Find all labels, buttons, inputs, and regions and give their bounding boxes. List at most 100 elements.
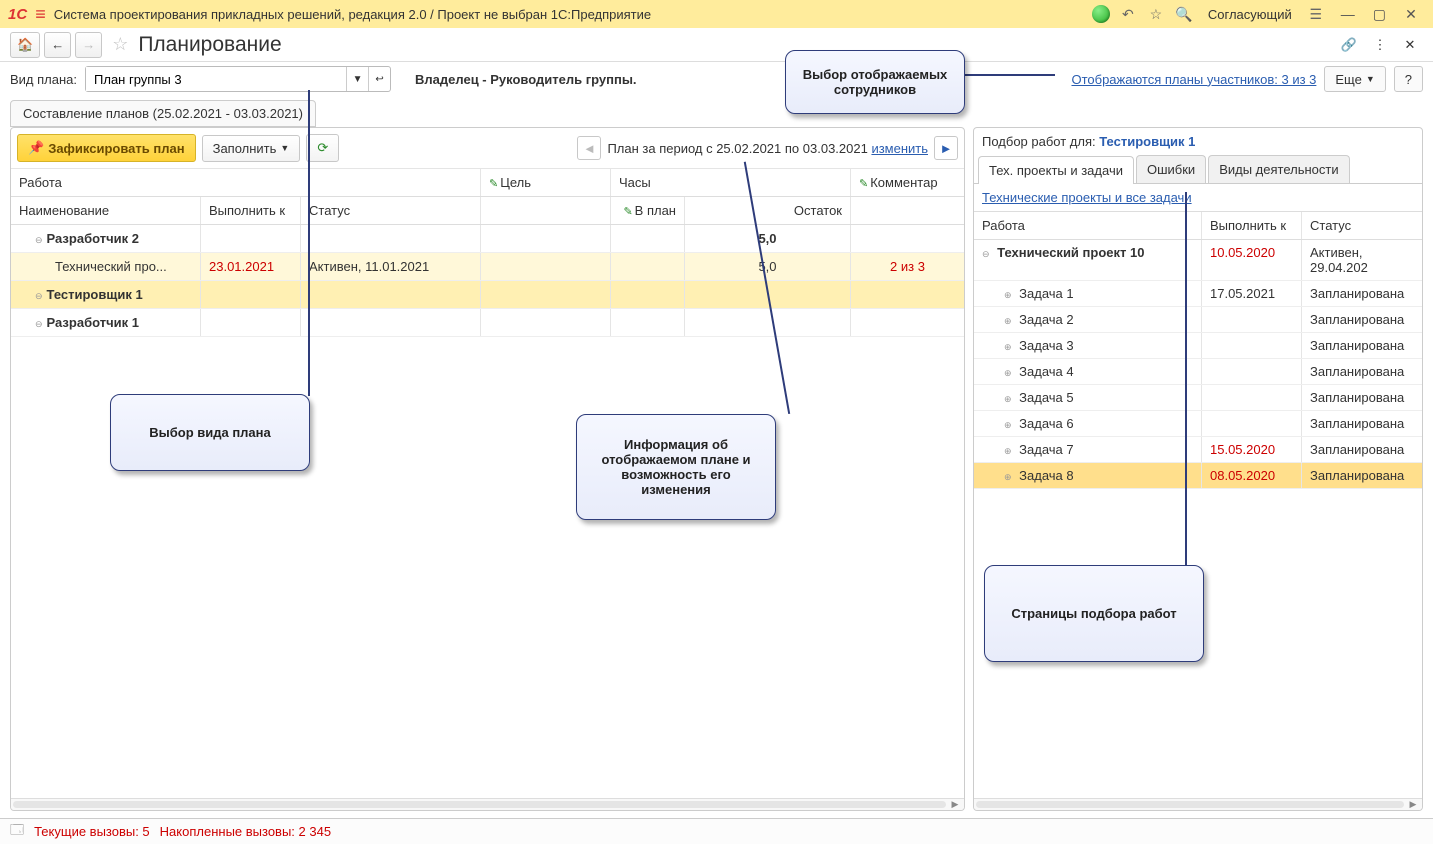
fix-plan-button[interactable]: 📌Зафиксировать план [17, 134, 196, 162]
table-row[interactable]: ⊕ Задача 117.05.2021Запланирована [974, 281, 1422, 307]
table-row[interactable]: ⊕ Задача 808.05.2020Запланирована [974, 463, 1422, 489]
h-scrollbar-right[interactable]: ▶ [974, 798, 1422, 810]
callout-plan-type: Выбор вида плана [110, 394, 310, 471]
section-tab[interactable]: Составление планов (25.02.2021 - 03.03.2… [10, 100, 316, 127]
table-row[interactable]: ⊕ Задача 5Запланирована [974, 385, 1422, 411]
home-button[interactable]: 🏠 [10, 32, 40, 58]
window-title: Система проектирования прикладных решени… [54, 7, 1084, 22]
table-row[interactable]: ⊖Тестировщик 1 [11, 281, 964, 309]
refresh-button[interactable]: ⟳ [306, 134, 339, 162]
hdr-hours: Часы [611, 169, 851, 196]
tab-activity[interactable]: Виды деятельности [1208, 155, 1349, 183]
history-icon[interactable]: ↶ [1118, 4, 1138, 24]
rhdr-due: Выполнить к [1202, 212, 1302, 239]
expand-icon[interactable]: ⊕ [1004, 446, 1012, 456]
all-projects-link[interactable]: Технические проекты и все задачи [982, 190, 1192, 205]
table-header-row1: Работа ✎Цель Часы ✎Комментар [11, 169, 964, 197]
hdr-name: Наименование [11, 197, 201, 224]
close-button[interactable]: ✕ [1397, 6, 1425, 23]
tab-errors[interactable]: Ошибки [1136, 155, 1206, 183]
control-row: Вид плана: ▼ ↩ Владелец - Руководитель г… [0, 62, 1433, 96]
plans-table[interactable]: Работа ✎Цель Часы ✎Комментар Наименовани… [11, 169, 964, 798]
status-current: Текущие вызовы: 5 [34, 824, 150, 839]
logo-1c: 1C [8, 6, 27, 23]
star-icon[interactable]: ☆ [112, 34, 128, 55]
table-row[interactable]: ⊖Разработчик 1 [11, 309, 964, 337]
expand-icon[interactable]: ⊕ [1004, 290, 1012, 300]
change-period-link[interactable]: изменить [871, 141, 928, 156]
left-toolbar: 📌Зафиксировать план Заполнить▼ ⟳ ◄ План … [11, 128, 964, 169]
notification-indicator-icon[interactable] [1092, 5, 1110, 23]
pencil-icon: ✎ [859, 178, 868, 190]
forward-button[interactable]: → [75, 32, 102, 58]
right-title: Подбор работ для: Тестировщик 1 [974, 128, 1422, 155]
table-row[interactable]: ⊕ Задача 4Запланирована [974, 359, 1422, 385]
clear-icon[interactable]: ↩ [368, 67, 390, 91]
table-row[interactable]: Технический про...23.01.2021Активен, 11.… [11, 253, 964, 281]
dropdown-icon[interactable]: ▼ [346, 67, 368, 91]
tab-projects[interactable]: Тех. проекты и задачи [978, 156, 1134, 184]
shown-plans-link[interactable]: Отображаются планы участников: 3 из 3 [1071, 72, 1316, 87]
prev-period-button[interactable]: ◄ [577, 136, 601, 160]
pencil-icon: ✎ [489, 178, 498, 190]
main-menu-icon[interactable]: ≡ [35, 4, 46, 25]
owner-text: Владелец - Руководитель группы. [415, 72, 637, 87]
fill-button[interactable]: Заполнить▼ [202, 135, 301, 162]
expand-icon[interactable]: ⊕ [1004, 420, 1012, 430]
plan-type-select[interactable]: ▼ ↩ [85, 66, 391, 92]
hdr-rest: Остаток [685, 197, 851, 224]
status-accum: Накопленные вызовы: 2 345 [160, 824, 331, 839]
window-controls: — ▢ ✕ [1334, 6, 1425, 23]
collapse-icon[interactable]: ⊖ [35, 319, 43, 329]
collapse-icon[interactable]: ⊖ [35, 235, 43, 245]
kebab-menu-icon[interactable]: ⋮ [1367, 32, 1393, 58]
link-icon[interactable]: 🔗 [1335, 32, 1363, 58]
callout-period: Информация об отображаемом плане и возмо… [576, 414, 776, 520]
table-row[interactable]: ⊖ Технический проект 1010.05.2020Активен… [974, 240, 1422, 281]
work-picker-panel: Подбор работ для: Тестировщик 1 Тех. про… [973, 127, 1423, 811]
table-row[interactable]: ⊕ Задача 3Запланирована [974, 333, 1422, 359]
pencil-icon: ✎ [623, 206, 632, 218]
back-button[interactable]: ← [44, 32, 71, 58]
expand-icon[interactable]: ⊕ [1004, 472, 1012, 482]
expand-icon[interactable]: ⊕ [1004, 316, 1012, 326]
table-row[interactable]: ⊕ Задача 6Запланирована [974, 411, 1422, 437]
expand-icon[interactable]: ⊕ [1004, 368, 1012, 378]
favorites-icon[interactable]: ☆ [1146, 4, 1166, 24]
collapse-icon[interactable]: ⊖ [35, 291, 43, 301]
table-row[interactable]: ⊖Разработчик 25,0 [11, 225, 964, 253]
table-row[interactable]: ⊕ Задача 2Запланирована [974, 307, 1422, 333]
status-bar: 🗔 Текущие вызовы: 5 Накопленные вызовы: … [0, 818, 1433, 844]
hdr-plan-hours: ✎В план [611, 197, 685, 224]
minimize-button[interactable]: — [1334, 6, 1362, 22]
close-page-button[interactable]: ✕ [1397, 32, 1423, 58]
user-label[interactable]: Согласующий [1208, 7, 1292, 22]
settings-lines-icon[interactable]: ☰ [1306, 4, 1326, 24]
expand-icon[interactable]: ⊕ [1004, 342, 1012, 352]
maximize-button[interactable]: ▢ [1365, 6, 1393, 23]
right-table-header: Работа Выполнить к Статус [974, 211, 1422, 240]
callout-pages: Страницы подбора работ [984, 565, 1204, 662]
help-button[interactable]: ? [1394, 66, 1423, 92]
callout-employees: Выбор отображаемых сотрудников [785, 50, 965, 114]
h-scrollbar[interactable]: ▶ [11, 798, 964, 810]
hdr-comment: ✎Комментар [851, 169, 964, 196]
expand-icon[interactable]: ⊕ [1004, 394, 1012, 404]
plan-type-label: Вид плана: [10, 72, 77, 87]
period-text: План за период с 25.02.2021 по 03.03.202… [607, 141, 928, 156]
table-row[interactable]: ⊕ Задача 715.05.2020Запланирована [974, 437, 1422, 463]
plan-type-input[interactable] [86, 67, 346, 91]
pin-icon: 📌 [28, 140, 44, 156]
expand-icon[interactable]: ⊖ [982, 249, 990, 259]
next-period-button[interactable]: ► [934, 136, 958, 160]
right-tabs: Тех. проекты и задачи Ошибки Виды деятел… [974, 155, 1422, 184]
hdr-status: Статус [301, 197, 481, 224]
status-icon: 🗔 [10, 821, 24, 843]
more-button[interactable]: Еще▼ [1324, 66, 1385, 92]
navigation-bar: 🏠 ← → ☆ Планирование 🔗 ⋮ ✕ [0, 28, 1433, 62]
table-header-row2: Наименование Выполнить к Статус ✎В план … [11, 197, 964, 225]
titlebar: 1C ≡ Система проектирования прикладных р… [0, 0, 1433, 28]
right-table[interactable]: Работа Выполнить к Статус ⊖ Технический … [974, 211, 1422, 798]
search-icon[interactable]: 🔍 [1174, 4, 1194, 24]
hdr-due: Выполнить к [201, 197, 301, 224]
